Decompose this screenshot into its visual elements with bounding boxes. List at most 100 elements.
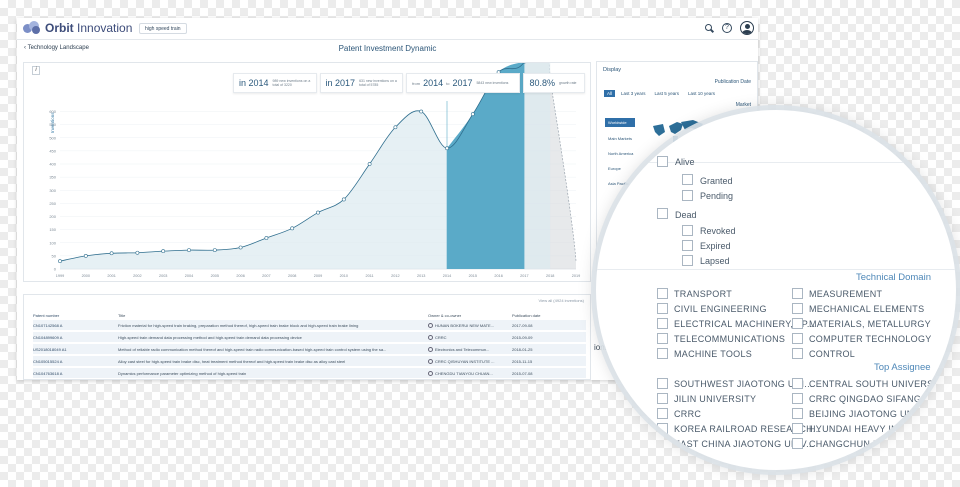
pill-last-5-years[interactable]: Last 5 years [652,90,683,97]
patent-chart: 050100150200250300350400450500550600Inve… [49,63,580,278]
technical-domain-checkbox[interactable] [657,303,668,314]
patent-table-card: View all (4924 inventions) Patent number… [23,294,591,380]
x-tick-label: 1999 [56,274,64,278]
assignee-checkbox[interactable] [657,438,668,449]
assignee-checkbox[interactable] [657,408,668,419]
status-granted-checkbox[interactable] [682,174,693,185]
patent-date: 2015-11-15 [512,359,533,364]
highlight-area [447,63,525,269]
y-tick-label: 500 [49,135,56,140]
col-header-number[interactable]: Patent number [33,312,113,320]
assignee-label: JILIN UNIVERSITY [674,394,757,404]
patent-number[interactable]: CN104899609 A [33,332,113,343]
market-label: Market [735,102,751,108]
assignee-checkbox[interactable] [657,423,668,434]
display-title: Display [603,67,622,73]
table-row[interactable]: CN105015524 A Alloy cast steel for high-s… [33,356,586,367]
patent-title: High-speed train demand data processing … [118,335,302,340]
patent-number[interactable]: CN105015524 A [33,356,113,367]
status-dead-checkbox[interactable] [657,208,668,219]
col-header-date[interactable]: Publication date [512,312,572,320]
status-alive-checkbox[interactable] [657,156,668,167]
y-tick-label: 250 [49,201,56,206]
technical-domain-checkbox[interactable] [792,348,803,359]
assignee-checkbox[interactable] [792,378,803,389]
assignee-checkbox[interactable] [792,393,803,404]
assignee-checkbox[interactable] [792,423,803,434]
pill-last-10-years[interactable]: Last 10 years [685,90,718,97]
patent-owner-label: CHENGDU TIANYOU CHUAN... [435,371,493,376]
logo-word-orbit: Orbit [45,21,74,35]
assignee-label: CHANGCHUN RAIL... [809,439,903,449]
status-revoked-checkbox[interactable] [682,225,693,236]
technical-domain-checkbox[interactable] [657,333,668,344]
x-tick-label: 2003 [159,274,167,278]
help-icon[interactable]: ? [722,23,732,33]
technical-domain-label: MACHINE TOOLS [674,349,753,359]
assignee-checkbox[interactable] [792,408,803,419]
info-icon[interactable]: i [32,66,40,75]
technical-domain-label: CIVIL ENGINEERING [674,304,767,314]
orbit-logo[interactable]: Orbit Innovation [23,21,132,35]
table-row[interactable]: US2018018049 A1 Method of reliable radio … [33,344,586,355]
y-tick-label: 100 [49,240,56,245]
col-header-owner[interactable]: Owner & co-owner [428,312,508,320]
stat-2014: in 2014 989 new inventions on a total of… [233,73,317,93]
top-bar: Orbit Innovation high speed train ? [17,18,758,40]
patent-number[interactable]: CN107142568 A [33,320,113,331]
status-expired-label: Expired [700,241,731,251]
company-icon [428,335,433,341]
stat-range-from: from [412,80,421,86]
col-header-title[interactable]: Title [118,312,423,320]
stat-range-to: to [446,80,450,86]
assignee-checkbox[interactable] [657,393,668,404]
table-row[interactable]: CN107142568 A Friction material for high-… [33,320,586,331]
technical-domain-label: MEASUREMENT [809,289,883,299]
divider [596,162,956,163]
technical-domain-checkbox[interactable] [792,288,803,299]
status-pending-label: Pending [700,191,734,201]
y-tick-label: 300 [49,188,56,193]
technical-domain-title: Technical Domain [856,272,931,283]
technical-domain-checkbox[interactable] [657,288,668,299]
table-row[interactable]: CN104763618 A Dynamics performance parame… [33,368,586,379]
pill-last-3-years[interactable]: Last 3 years [618,90,649,97]
data-point [58,259,62,264]
status-lapsed-checkbox[interactable] [682,255,693,266]
x-tick-label: 2019 [572,274,580,278]
patent-owner: CRRC [428,332,508,343]
x-tick-label: 2015 [469,274,477,278]
company-icon [428,323,433,329]
patent-date: 2015-09-09 [512,335,533,340]
status-pending-checkbox[interactable] [682,190,693,201]
view-all-link[interactable]: View all (4924 inventions) [538,298,584,303]
technical-domain-checkbox[interactable] [792,318,803,329]
pill-all[interactable]: All [604,90,616,97]
technical-domain-checkbox[interactable] [657,348,668,359]
technical-domain-label: TRANSPORT [674,289,733,299]
technical-domain-checkbox[interactable] [657,318,668,329]
stat-range-desc: 5843 new inventions [476,80,509,85]
search-icon[interactable] [705,23,714,33]
status-dead-label: Dead [675,210,697,220]
stat-growth: 80.8% growth rate [523,73,585,93]
patent-number[interactable]: US2018018049 A1 [33,344,113,355]
stat-range: from 2014 to 2017 5843 new inventions [406,73,521,93]
table-row[interactable]: CN104899609 A High-speed train demand dat… [33,332,586,343]
search-query-chip[interactable]: high speed train [139,23,187,34]
assignee-checkbox[interactable] [657,378,668,389]
technical-domain-checkbox[interactable] [792,303,803,314]
y-tick-label: 350 [49,175,56,180]
patent-title: Friction material for high-speed train b… [118,323,359,328]
status-expired-checkbox[interactable] [682,240,693,251]
patent-owner: HUNAN BOKERUI NEW MATE... [428,320,508,331]
technical-domain-checkbox[interactable] [792,333,803,344]
data-point [264,236,269,240]
patent-number[interactable]: CN104763618 A [33,368,113,379]
assignee-checkbox[interactable] [792,438,803,449]
user-icon[interactable] [740,21,754,35]
x-tick-label: 2012 [391,274,399,278]
technical-domain-label: TELECOMMUNICATIONS [674,334,786,344]
publication-date-label: Publication Date [714,79,751,85]
y-tick-label: 50 [52,253,57,258]
